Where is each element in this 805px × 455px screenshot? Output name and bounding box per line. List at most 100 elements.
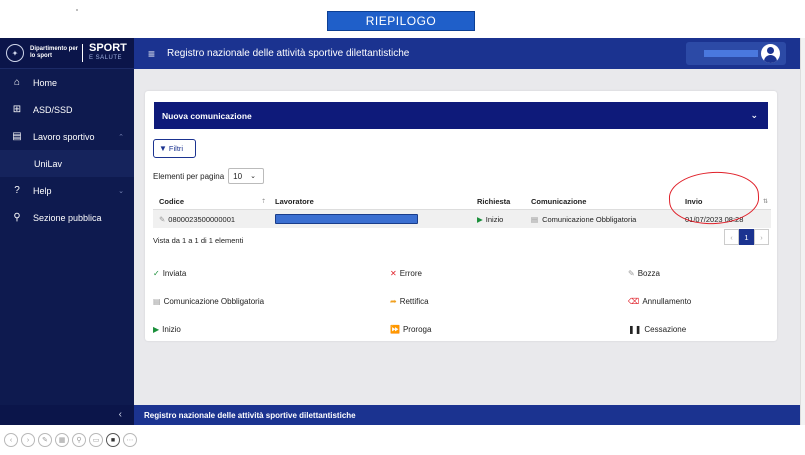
check-icon: ✓ — [153, 269, 160, 278]
fast-forward-icon: ⏩ — [390, 325, 400, 334]
document-icon: ▤ — [153, 297, 161, 306]
logo-salute-text: E SALUTE — [89, 55, 123, 61]
sidebar-item-unilav[interactable]: UniLav — [0, 150, 134, 177]
per-page-control: Elementi per pagina 10 ⌄ — [153, 168, 265, 184]
legend-label: Inizio — [162, 325, 181, 334]
range-text: Vista da 1 a 1 di 1 elementi — [153, 236, 244, 245]
legend-annullamento: ⌫ Annullamento — [628, 297, 691, 306]
cross-icon: ✕ — [390, 269, 397, 278]
sitemap-icon: ⊞ — [12, 104, 22, 115]
chevron-up-icon: ⌃ — [118, 133, 124, 141]
sidebar: ✦ Dipartimento per lo sport SPORT E SALU… — [0, 38, 134, 425]
camera-icon[interactable]: ■ — [106, 433, 120, 447]
banner-dot — [76, 9, 78, 11]
subtitles-icon[interactable]: ▭ — [89, 433, 103, 447]
sidebar-item-label: Help — [33, 185, 52, 196]
sidebar-item-label: Home — [33, 77, 58, 88]
play-icon: ▶ — [153, 325, 160, 334]
legend-label: Bozza — [637, 269, 660, 278]
filter-label: Filtri — [168, 144, 184, 153]
legend-rettifica: ➦ Rettifica — [390, 297, 429, 306]
logo-separator — [82, 44, 83, 62]
funnel-icon: ▼ — [159, 144, 167, 153]
header-comunicazione[interactable]: Comunicazione — [531, 197, 586, 206]
legend-obbligatoria: ▤ Comunicazione Obbligatoria — [153, 297, 264, 306]
redacted-lavoratore — [275, 214, 418, 224]
filter-button[interactable]: ▼ Filtri — [153, 139, 196, 158]
page-scrollbar[interactable] — [800, 38, 805, 425]
per-page-value: 10 — [233, 171, 243, 181]
logo-bar: ✦ Dipartimento per lo sport SPORT E SALU… — [0, 38, 134, 69]
pencil-icon: ✎ — [159, 214, 166, 224]
card-header[interactable]: Nuova comunicazione ⌄ — [154, 102, 768, 129]
legend-label: Cessazione — [644, 325, 687, 334]
republic-seal-icon: ✦ — [6, 44, 24, 62]
next-icon[interactable]: › — [21, 433, 35, 447]
sort-icon[interactable]: ⇡ — [261, 198, 266, 205]
top-header: ≡ Registro nazionale delle attività spor… — [134, 38, 800, 69]
per-page-label: Elementi per pagina — [153, 171, 225, 181]
sidebar-item-label: Sezione pubblica — [33, 212, 102, 223]
sidebar-item-label: ASD/SSD — [33, 104, 73, 115]
legend-proroga: ⏩ Proroga — [390, 325, 431, 334]
header-title: Registro nazionale delle attività sporti… — [167, 48, 410, 59]
avatar-icon — [761, 44, 780, 63]
sidebar-item-help[interactable]: ? Help ⌄ — [0, 177, 134, 204]
presentation-toolbar: ‹ › ✎ ▦ ⚲ ▭ ■ ⋯ — [0, 430, 140, 450]
comunicazione-value: Comunicazione Obbligatoria — [542, 214, 637, 224]
codice-value: 0800023500000001 — [168, 214, 236, 224]
header-codice[interactable]: Codice — [159, 197, 184, 206]
collapse-sidebar-icon[interactable]: ‹ — [119, 409, 122, 420]
briefcase-icon: ▤ — [12, 131, 22, 142]
legend-label: Comunicazione Obbligatoria — [163, 297, 265, 306]
sidebar-item-label: Lavoro sportivo — [33, 131, 95, 142]
legend-label: Errore — [399, 269, 422, 278]
legend-errore: ✕ Errore — [390, 269, 422, 278]
slides-icon[interactable]: ▦ — [55, 433, 69, 447]
header-richiesta[interactable]: Richiesta — [477, 197, 510, 206]
legend-inviata: ✓ Inviata — [153, 269, 186, 278]
help-icon: ? — [14, 185, 20, 196]
zoom-icon[interactable]: ⚲ — [72, 433, 86, 447]
legend-cessazione: ❚❚ Cessazione — [628, 325, 686, 334]
chevron-down-icon: ⌄ — [250, 173, 256, 180]
legend-label: Annullamento — [642, 297, 692, 306]
app-window: ✦ Dipartimento per lo sport SPORT E SALU… — [0, 38, 800, 425]
cell-codice: ✎ 0800023500000001 — [159, 215, 235, 224]
sidebar-item-lavoro-sportivo[interactable]: ▤ Lavoro sportivo ⌃ — [0, 123, 134, 150]
document-icon: ▤ — [531, 214, 539, 224]
play-icon: ▶ — [477, 214, 483, 224]
page-button-1[interactable]: 1 — [739, 229, 754, 245]
search-icon: ⚲ — [13, 212, 21, 223]
more-icon[interactable]: ⋯ — [123, 433, 137, 447]
sidebar-item-label: UniLav — [34, 158, 63, 169]
next-page-button[interactable]: › — [754, 229, 769, 245]
sidebar-item-home[interactable]: ⌂ Home — [0, 69, 134, 96]
sidebar-item-asd-ssd[interactable]: ⊞ ASD/SSD — [0, 96, 134, 123]
redo-arrow-icon: ➦ — [390, 297, 397, 306]
app-footer: Registro nazionale delle attività sporti… — [134, 405, 800, 425]
card-title: Nuova comunicazione — [162, 110, 252, 121]
chevron-down-icon: ⌄ — [750, 110, 758, 120]
richiesta-value: Inizio — [485, 214, 504, 224]
riepilogo-title: RIEPILOGO — [327, 11, 475, 31]
user-menu[interactable] — [686, 42, 786, 65]
logo-sport: SPORT E SALUTE — [89, 43, 127, 63]
header-lavoratore[interactable]: Lavoratore — [275, 197, 314, 206]
previous-icon[interactable]: ‹ — [4, 433, 18, 447]
per-page-select[interactable]: 10 ⌄ — [228, 168, 265, 184]
sidebar-item-sezione-pubblica[interactable]: ⚲ Sezione pubblica — [0, 204, 134, 231]
prev-page-button[interactable]: ‹ — [724, 229, 739, 245]
legend-inizio: ▶ Inizio — [153, 325, 181, 334]
chevron-down-icon: ⌄ — [118, 187, 124, 195]
sidebar-footer: ‹ — [0, 405, 134, 425]
pause-icon: ❚❚ — [628, 325, 642, 334]
sidebar-nav: ⌂ Home ⊞ ASD/SSD ▤ Lavoro sportivo ⌃ Uni… — [0, 69, 134, 231]
legend-bozza: ✎ Bozza — [628, 269, 660, 278]
sort-icon[interactable]: ⇅ — [763, 198, 768, 205]
pen-icon[interactable]: ✎ — [38, 433, 52, 447]
cell-comunicazione: ▤ Comunicazione Obbligatoria — [531, 215, 636, 224]
menu-icon[interactable]: ≡ — [148, 47, 155, 61]
cancel-icon: ⌫ — [628, 297, 640, 306]
cell-richiesta: ▶ Inizio — [477, 215, 503, 224]
